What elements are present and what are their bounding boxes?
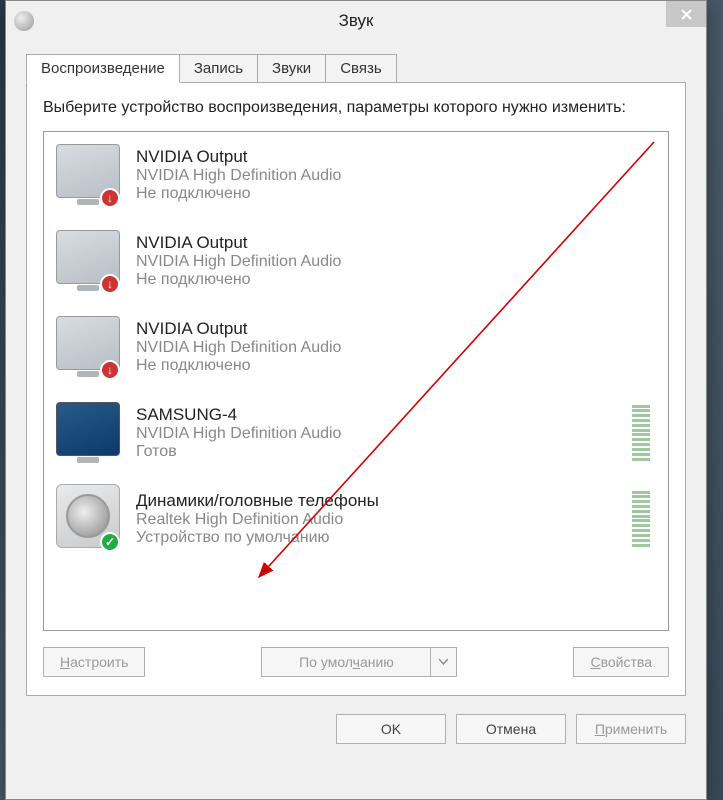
cancel-button[interactable]: Отмена (456, 714, 566, 744)
tab-1[interactable]: Запись (179, 54, 258, 83)
device-desc: Realtek High Definition Audio (136, 511, 632, 529)
device-list[interactable]: ↓NVIDIA OutputNVIDIA High Definition Aud… (43, 131, 669, 631)
dialog-body: ВоспроизведениеЗаписьЗвукиСвязь Выберите… (6, 41, 706, 760)
monitor-on-icon (56, 398, 126, 468)
device-item-0[interactable]: ↓ NVIDIA OutputNVIDIA High Definition Aud… (44, 132, 668, 218)
set-default-button[interactable]: По умолчанию (261, 647, 431, 677)
device-status: Не подключено (136, 185, 656, 203)
device-name: NVIDIA Output (136, 319, 656, 339)
level-meter (632, 403, 650, 463)
ok-button[interactable]: OK (336, 714, 446, 744)
device-name: NVIDIA Output (136, 147, 656, 167)
device-desc: NVIDIA High Definition Audio (136, 425, 632, 443)
properties-button[interactable]: Свойства (573, 647, 669, 677)
configure-button[interactable]: Настроить (43, 647, 145, 677)
tab-panel-playback: Выберите устройство воспроизведения, пар… (26, 82, 686, 696)
apply-button[interactable]: Применить (576, 714, 686, 744)
tab-2[interactable]: Звуки (257, 54, 326, 83)
close-button[interactable] (666, 1, 706, 27)
device-status: Не подключено (136, 357, 656, 375)
device-item-1[interactable]: ↓ NVIDIA OutputNVIDIA High Definition Aud… (44, 218, 668, 304)
device-name: SAMSUNG-4 (136, 405, 632, 425)
monitor-off-icon: ↓ (56, 140, 126, 210)
device-status: Не подключено (136, 271, 656, 289)
window-title: Звук (14, 11, 698, 31)
device-item-3[interactable]: SAMSUNG-4NVIDIA High Definition AudioГот… (44, 390, 668, 476)
device-status: Готов (136, 443, 632, 461)
tab-strip: ВоспроизведениеЗаписьЗвукиСвязь (26, 54, 686, 83)
default-badge-icon: ✓ (100, 532, 120, 552)
tab-3[interactable]: Связь (325, 54, 396, 83)
chevron-down-icon (439, 659, 448, 665)
device-status: Устройство по умолчанию (136, 529, 632, 547)
speaker-icon: ✓ (56, 484, 126, 554)
device-item-4[interactable]: ✓ Динамики/головные телефоныRealtek High … (44, 476, 668, 562)
unplugged-badge-icon: ↓ (100, 360, 120, 380)
device-desc: NVIDIA High Definition Audio (136, 339, 656, 357)
device-name: NVIDIA Output (136, 233, 656, 253)
unplugged-badge-icon: ↓ (100, 274, 120, 294)
monitor-off-icon: ↓ (56, 226, 126, 296)
action-button-row: Настроить По умолчанию Свойства (43, 647, 669, 677)
titlebar: Звук (6, 1, 706, 41)
device-desc: NVIDIA High Definition Audio (136, 253, 656, 271)
sound-dialog-window: Звук ВоспроизведениеЗаписьЗвукиСвязь Выб… (5, 0, 707, 800)
device-item-2[interactable]: ↓ NVIDIA OutputNVIDIA High Definition Aud… (44, 304, 668, 390)
monitor-off-icon: ↓ (56, 312, 126, 382)
device-name: Динамики/головные телефоны (136, 491, 632, 511)
dialog-footer-buttons: OK Отмена Применить (26, 714, 686, 744)
set-default-dropdown-arrow[interactable] (431, 647, 457, 677)
unplugged-badge-icon: ↓ (100, 188, 120, 208)
tab-0[interactable]: Воспроизведение (26, 54, 180, 83)
level-meter (632, 489, 650, 549)
instruction-text: Выберите устройство воспроизведения, пар… (43, 97, 669, 119)
default-dropdown: По умолчанию (261, 647, 457, 677)
device-desc: NVIDIA High Definition Audio (136, 167, 656, 185)
